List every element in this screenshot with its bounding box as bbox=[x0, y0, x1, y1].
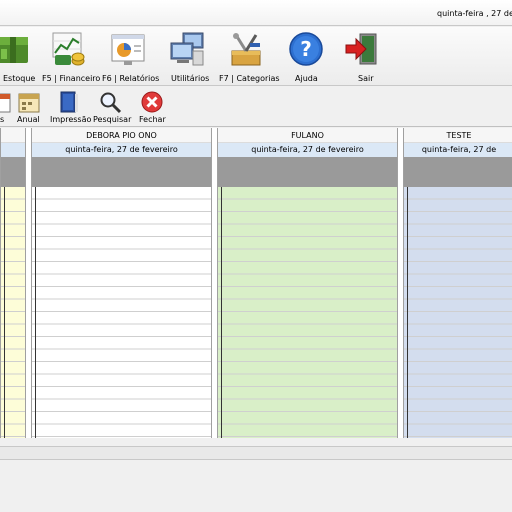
toolbar-label-financeiro: F5 | Financeiro bbox=[42, 74, 101, 83]
column-time-slots[interactable] bbox=[404, 187, 512, 438]
toolbar-label-utilitarios: Utilitários bbox=[171, 74, 210, 83]
toolbar2-label-anual: Anual bbox=[17, 115, 40, 124]
column-date: quinta-feira, 27 de fevereiro bbox=[218, 143, 397, 157]
toolbar2-button-pesquisar[interactable]: Pesquisar bbox=[93, 87, 132, 125]
agenda-column: TESTE quinta-feira, 27 de bbox=[403, 128, 512, 438]
toolbar2-label-pesquisar: Pesquisar bbox=[93, 115, 132, 124]
money-chart-icon bbox=[52, 32, 85, 66]
toolbar-label-categorias: F7 | Categorias bbox=[219, 74, 280, 83]
exit-door-icon bbox=[345, 33, 377, 65]
toolbar-button-relatorios[interactable]: F6 | Relatórios bbox=[100, 27, 160, 85]
toolbar-button-estoque[interactable]: Estoque bbox=[0, 27, 36, 85]
column-header-band bbox=[404, 157, 512, 187]
toolbar2-button-impressao[interactable]: Impressão bbox=[49, 87, 92, 125]
toolbar2-button-anual[interactable]: Anual bbox=[15, 87, 43, 125]
title-date: quinta-feira , 27 de bbox=[437, 9, 512, 18]
box-stock-icon bbox=[0, 37, 28, 63]
column-time-slots[interactable] bbox=[1, 187, 25, 438]
report-chart-icon bbox=[111, 34, 145, 65]
help-icon: ? bbox=[289, 32, 323, 66]
column-time-slots[interactable] bbox=[218, 187, 397, 438]
agenda-grid: DEBORA PIO ONO quinta-feira, 27 de fever… bbox=[0, 128, 512, 438]
column-professional-name: FULANO bbox=[218, 128, 397, 143]
toolbar-button-sair[interactable]: Sair bbox=[340, 27, 384, 85]
column-professional-name: DEBORA PIO ONO bbox=[32, 128, 211, 143]
computers-icon bbox=[170, 32, 204, 66]
calendar-icon bbox=[0, 93, 11, 113]
column-date: quinta-feira, 27 de fevereiro bbox=[32, 143, 211, 157]
column-header-band bbox=[218, 157, 397, 187]
toolbar-button-financeiro[interactable]: F5 | Financeiro bbox=[40, 27, 100, 85]
toolbar-button-categorias[interactable]: F7 | Categorias bbox=[216, 27, 280, 85]
title-bar: quinta-feira , 27 de bbox=[0, 0, 512, 26]
toolbar-label-sair: Sair bbox=[358, 74, 374, 83]
toolbar-label-ajuda: Ajuda bbox=[295, 74, 318, 83]
toolbar-label-estoque: Estoque bbox=[3, 74, 36, 83]
column-professional-name: TESTE bbox=[404, 128, 512, 143]
bottom-panel bbox=[0, 460, 512, 512]
agenda-column: DEBORA PIO ONO quinta-feira, 27 de fever… bbox=[31, 128, 212, 438]
column-header-band bbox=[32, 157, 211, 187]
toolbar-label-relatorios: F6 | Relatórios bbox=[102, 74, 160, 83]
toolbar2-label-fechar: Fechar bbox=[139, 115, 166, 124]
toolbar2-label-partial: s bbox=[0, 115, 5, 124]
calendar-year-icon bbox=[18, 93, 40, 113]
column-time-slots[interactable] bbox=[32, 187, 211, 438]
svg-text:?: ? bbox=[300, 37, 312, 61]
column-date bbox=[1, 143, 25, 157]
print-book-icon bbox=[60, 91, 78, 113]
agenda-column bbox=[0, 128, 26, 438]
tools-box-icon bbox=[231, 33, 261, 66]
toolbar-button-ajuda[interactable]: ? Ajuda bbox=[284, 27, 328, 85]
column-header-band bbox=[1, 157, 25, 187]
toolbar-button-utilitarios[interactable]: Utilitários bbox=[166, 27, 210, 85]
toolbar2-button-partial[interactable]: s bbox=[0, 87, 14, 125]
agenda-column: FULANO quinta-feira, 27 de fevereiro bbox=[217, 128, 398, 438]
main-toolbar: Estoque F5 | Financeiro F6 | Relatórios bbox=[0, 27, 512, 86]
magnifier-icon bbox=[100, 92, 122, 114]
column-professional-name bbox=[1, 128, 25, 143]
toolbar2-button-fechar[interactable]: Fechar bbox=[137, 87, 167, 125]
status-bar bbox=[0, 446, 512, 460]
column-date: quinta-feira, 27 de bbox=[404, 143, 512, 157]
agenda-toolbar: s Anual Impressão Pesquisar Fechar bbox=[0, 87, 512, 127]
toolbar2-label-impressao: Impressão bbox=[50, 115, 92, 124]
close-red-icon bbox=[141, 91, 163, 113]
